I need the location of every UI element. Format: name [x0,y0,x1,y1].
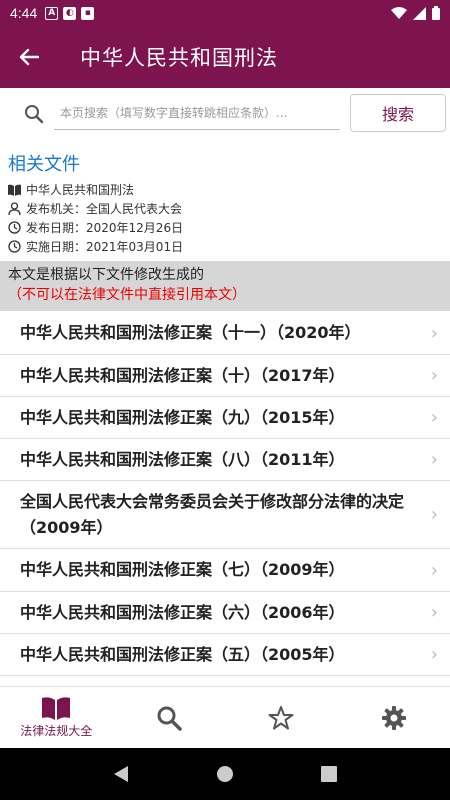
source-notice: 本文是根据以下文件修改生成的 （不可以在法律文件中直接引用本文） [0,261,450,311]
related-documents: 相关文件 中华人民共和国刑法 发布机关：全国人民代表大会 发布日期：2020年1… [8,150,438,256]
search-icon [157,706,182,731]
chevron-right-icon: › [430,644,438,665]
list-item-label: 中华人民共和国刑法修正案（七）（2009年） [20,560,345,579]
nav-item-search[interactable] [113,687,226,748]
system-nav-bar [0,748,450,800]
meta-effective-date: 实施日期：2021年03月01日 [26,240,184,254]
chevron-right-icon: › [430,559,438,581]
notification-a-icon: A [45,6,59,20]
star-outline-icon [268,705,294,729]
book-icon [42,697,71,720]
battery-icon [432,6,440,20]
list-item-label: 中华人民共和国刑法修正案（六）（2006年） [20,602,345,622]
chevron-right-icon: › [430,365,438,386]
meta-doc-title: 中华人民共和国刑法 [26,183,135,197]
amendment-list: 中华人民共和国刑法修正案（十一）（2020年） › 中华人民共和国刑法修正案（十… [0,312,450,676]
list-item[interactable]: 中华人民共和国刑法修正案（五）（2005年） › [0,634,450,676]
meta-issuer: 发布机关：全国人民代表大会 [26,202,183,216]
list-item[interactable]: 中华人民共和国刑法修正案（七）（2009年） › [0,549,450,592]
chevron-right-icon: › [430,322,438,344]
list-item-label: 全国人民代表大会常务委员会关于修改部分法律的决定（2009年） [20,491,405,537]
list-item[interactable]: 中华人民共和国刑法修正案（六）（2006年） › [0,592,450,634]
sd-card-icon: ▪ [81,6,95,20]
chevron-right-icon: › [430,602,438,623]
status-right-icons [391,6,440,20]
book-open-icon [8,184,21,196]
chevron-right-icon: › [430,407,438,428]
wifi-icon [391,6,407,19]
related-heading: 相关文件 [8,154,80,175]
clock-icon [8,240,21,253]
system-recents-icon[interactable] [320,766,337,782]
list-item[interactable]: 中华人民共和国刑法修正案（八）（2011年） › [0,439,450,481]
app-bar: 中华人民共和国刑法 [0,26,450,88]
status-bar: 4:44 A ◐ ▪ [0,0,450,26]
search-input[interactable] [54,96,340,130]
chevron-right-icon: › [430,449,438,470]
list-item-label: 中华人民共和国刑法修正案（九）（2015年） [20,407,345,427]
notice-warning: （不可以在法律文件中直接引用本文） [8,287,246,303]
clock-icon [8,221,21,234]
meta-publish-date: 发布日期：2020年12月26日 [26,221,184,235]
list-item-label: 中华人民共和国刑法修正案（五）（2005年） [20,644,345,664]
list-item[interactable]: 全国人民代表大会常务委员会关于修改部分法律的决定（2009年） › [0,481,450,549]
search-button[interactable]: 搜索 [350,94,446,132]
list-item-label: 中华人民共和国刑法修正案（八）（2011年） [20,449,345,469]
list-item[interactable]: 中华人民共和国刑法修正案（十）（2017年） › [0,355,450,397]
list-item-label: 中华人民共和国刑法修正案（十一）（2020年） [20,323,361,342]
back-button[interactable] [0,26,58,88]
notification-app-icon: ◐ [63,6,77,20]
meta-issuer-row: 发布机关：全国人民代表大会 [8,199,438,218]
notice-main: 本文是根据以下文件修改生成的 [8,267,204,283]
meta-doc-title-row: 中华人民共和国刑法 [8,180,438,199]
gear-icon [381,705,406,730]
arrow-back-icon [19,48,39,66]
person-icon [8,202,21,215]
page-title: 中华人民共和国刑法 [80,46,278,70]
meta-effective-row: 实施日期：2021年03月01日 [8,237,438,256]
system-home-icon[interactable] [216,765,234,783]
list-item[interactable]: 中华人民共和国刑法修正案（十一）（2020年） › [0,312,450,355]
nav-item-settings[interactable] [338,687,450,748]
chevron-right-icon: › [430,504,438,525]
nav-label-home: 法律法规大全 [20,724,93,738]
nav-item-favorites[interactable] [225,687,338,748]
meta-publish-row: 发布日期：2020年12月26日 [8,218,438,237]
list-item[interactable]: 中华人民共和国刑法修正案（九）（2015年） › [0,397,450,439]
search-icon [25,105,44,124]
system-back-icon[interactable] [113,765,129,783]
status-time: 4:44 [10,5,38,21]
bottom-nav: 法律法规大全 [0,686,450,748]
search-row: 搜索 [0,88,450,142]
signal-icon [413,6,426,20]
nav-item-home[interactable]: 法律法规大全 [0,687,113,748]
list-item-label: 中华人民共和国刑法修正案（十）（2017年） [20,365,345,385]
